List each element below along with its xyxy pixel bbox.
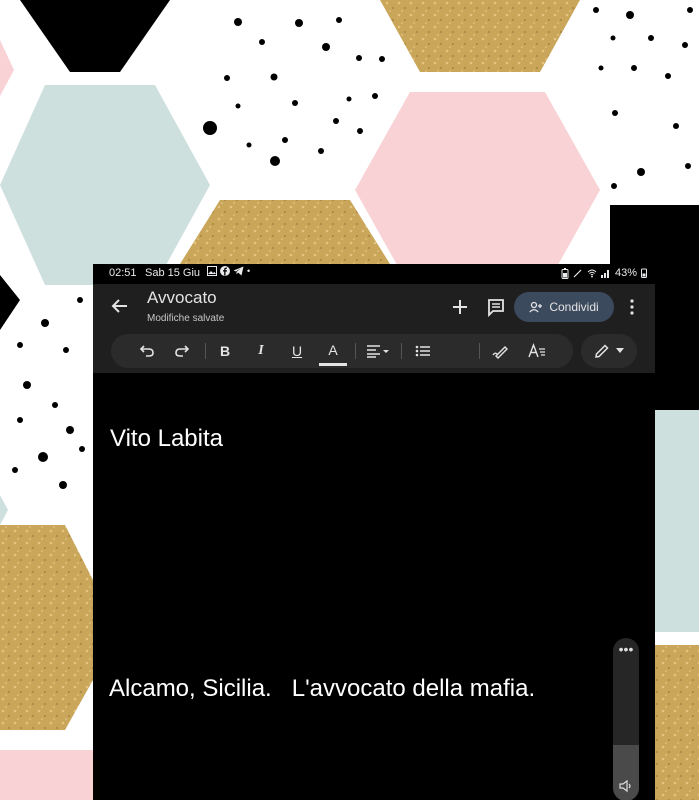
battery-saver-icon [561, 267, 569, 279]
edit-pencil-icon [595, 344, 609, 358]
signal-icon [600, 270, 609, 278]
status-bar: 02:51 Sab 15 Giu • 43% [93, 264, 655, 284]
formatting-pill: B I U A [111, 334, 573, 368]
undo-icon [139, 345, 154, 357]
redo-button[interactable] [168, 334, 196, 368]
document-body[interactable]: Vito Labita Alcamo, Sicilia. L'avvocato … [93, 373, 655, 800]
share-label: Condividi [549, 300, 599, 314]
chevron-down-icon [616, 348, 624, 353]
italic-button[interactable]: I [247, 334, 275, 368]
edit-mode-inner [589, 334, 629, 368]
status-time: 02:51 [109, 267, 137, 279]
more-vert-icon[interactable] [623, 296, 641, 318]
volume-icon [619, 779, 631, 793]
more-notifications-icon: • [247, 266, 251, 276]
app-bar: Avvocato Modifiche salvate Condividi [93, 284, 655, 330]
status-date: Sab 15 Giu [145, 267, 201, 279]
wifi-icon [587, 269, 597, 278]
bold-button[interactable]: B [211, 334, 239, 368]
status-right: 43% [561, 267, 647, 279]
pen-icon [492, 346, 508, 359]
text-format-button[interactable] [523, 334, 551, 368]
battery-icon [641, 268, 647, 278]
redo-icon [175, 345, 190, 357]
text-format-icon [528, 343, 545, 358]
telegram-icon [233, 266, 244, 276]
align-icon [367, 345, 389, 358]
list-icon [415, 345, 430, 357]
toolbar-divider [479, 343, 480, 359]
pen-button[interactable] [487, 334, 515, 368]
align-button[interactable] [361, 334, 395, 368]
volume-slider[interactable]: ••• [613, 638, 639, 800]
battery-level: 43% [614, 267, 637, 279]
notification-icons: • [207, 266, 250, 276]
toolbar-divider [401, 343, 402, 359]
edit-mode-button[interactable] [581, 334, 637, 368]
add-person-icon [529, 301, 543, 313]
comment-icon[interactable] [485, 296, 507, 318]
document-title[interactable]: Avvocato [147, 288, 217, 308]
tablet-screen: 02:51 Sab 15 Giu • 43% Avvocato Modifich… [93, 264, 655, 800]
gallery-icon [207, 266, 217, 276]
doc-line-name: Vito Labita [110, 425, 223, 452]
back-arrow-icon[interactable] [109, 295, 131, 317]
formatting-toolbar: B I U A [93, 330, 655, 373]
volume-more-icon[interactable]: ••• [613, 642, 639, 658]
stylus-icon [573, 269, 582, 278]
toolbar-divider [355, 343, 356, 359]
plus-icon[interactable] [449, 296, 471, 318]
text-color-button[interactable]: A [319, 336, 347, 366]
underline-button[interactable]: U [283, 334, 311, 368]
facebook-icon [220, 266, 230, 276]
undo-button[interactable] [133, 334, 161, 368]
share-button[interactable]: Condividi [514, 292, 614, 322]
list-button[interactable] [409, 334, 437, 368]
save-status: Modifiche salvate [147, 313, 225, 324]
toolbar-divider [205, 343, 206, 359]
doc-line-location: Alcamo, Sicilia. L'avvocato della mafia. [109, 675, 536, 702]
